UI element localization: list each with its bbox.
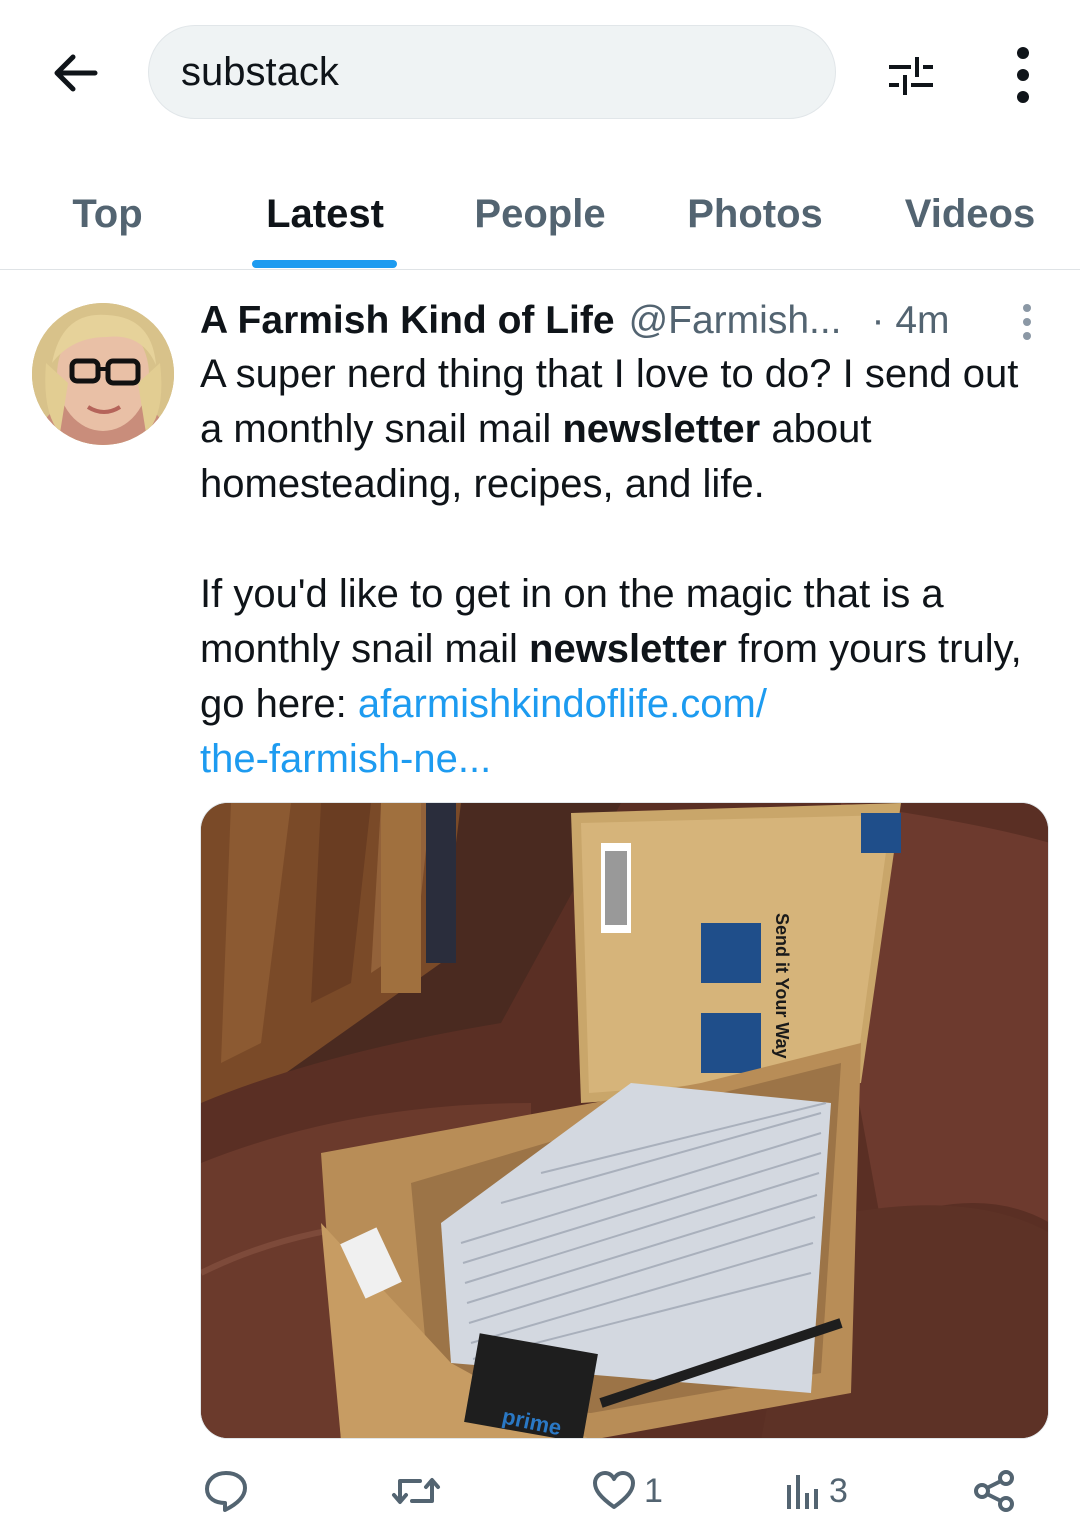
top-bar: substack	[0, 0, 1080, 150]
more-vertical-icon	[1023, 304, 1031, 340]
tab-videos[interactable]: Videos	[885, 160, 1055, 268]
retweet-icon	[392, 1478, 440, 1504]
tweet[interactable]: A Farmish Kind of Life @Farmish... · 4m …	[0, 271, 1080, 1531]
search-filter-button[interactable]	[876, 40, 946, 110]
tweet-timestamp[interactable]: · 4m	[872, 299, 950, 343]
reply-bubble-icon	[205, 1471, 247, 1512]
tweet-link[interactable]: afarmishkindoflife.com/	[358, 682, 767, 726]
highlight-keyword: newsletter	[529, 627, 727, 671]
tweet-header: A Farmish Kind of Life @Farmish... · 4m	[200, 293, 1060, 349]
tweet-paragraph-2: If you'd like to get in on the magic tha…	[200, 572, 1022, 781]
tweet-actions: 1 3	[0, 1451, 1080, 1531]
author-handle[interactable]: @Farmish...	[629, 299, 842, 343]
author-name[interactable]: A Farmish Kind of Life	[200, 299, 615, 343]
share-nodes-icon	[974, 1470, 1014, 1512]
filter-sliders-icon	[889, 57, 933, 95]
tweet-photo[interactable]: Send it Your Way prime	[200, 802, 1049, 1439]
mailer-label-text: Send it Your Way	[772, 913, 792, 1059]
tweet-paragraph-1: A super nerd thing that I love to do? I …	[200, 352, 1019, 506]
views-count: 3	[829, 1471, 848, 1510]
search-query-text: substack	[181, 49, 339, 94]
tweet-link-continued[interactable]: the-farmish-ne...	[200, 737, 491, 781]
views-bar-icon	[787, 1475, 818, 1509]
like-count: 1	[644, 1471, 663, 1510]
search-input[interactable]: substack	[148, 25, 836, 119]
tab-top[interactable]: Top	[40, 160, 175, 268]
more-options-button[interactable]	[988, 40, 1058, 110]
share-button[interactable]	[972, 1451, 1016, 1531]
back-button[interactable]	[40, 38, 110, 108]
avatar[interactable]	[32, 303, 174, 445]
search-tabs: Top Latest People Photos Videos	[0, 160, 1080, 270]
reply-button[interactable]	[203, 1451, 257, 1531]
like-button[interactable]: 1	[592, 1451, 663, 1531]
tweet-text: A super nerd thing that I love to do? I …	[200, 347, 1040, 787]
more-vertical-icon	[1017, 47, 1029, 103]
arrow-left-icon	[54, 54, 98, 92]
retweet-button[interactable]	[390, 1451, 450, 1531]
tab-latest[interactable]: Latest	[240, 160, 410, 268]
tweet-menu-button[interactable]	[1002, 297, 1052, 347]
highlight-keyword: newsletter	[562, 407, 761, 451]
active-tab-indicator	[252, 260, 397, 268]
heart-icon	[593, 1471, 635, 1509]
views-button[interactable]: 3	[785, 1451, 848, 1531]
tab-people[interactable]: People	[455, 160, 625, 268]
tab-photos[interactable]: Photos	[670, 160, 840, 268]
